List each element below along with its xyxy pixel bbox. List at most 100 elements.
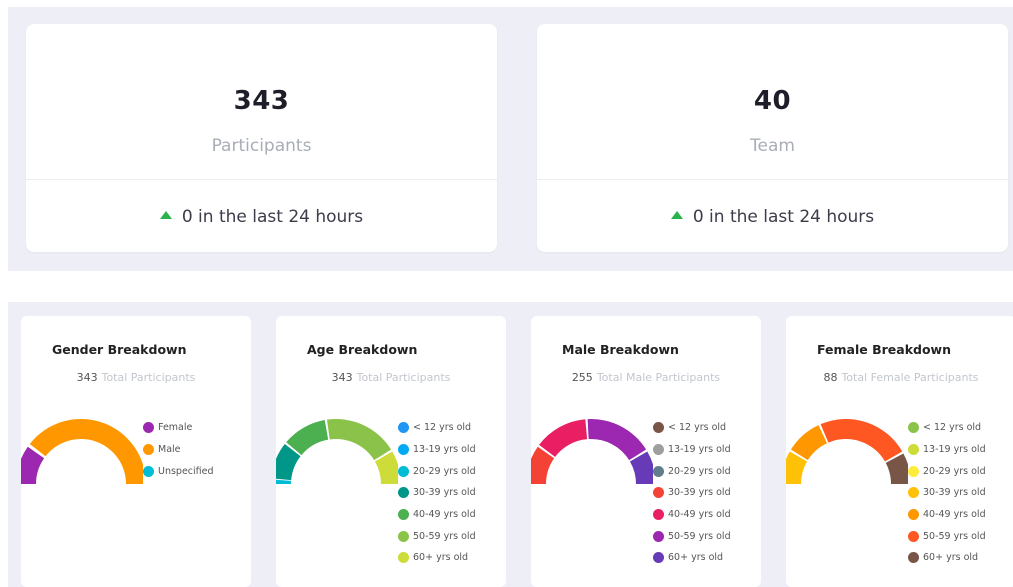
legend-label: 60+ yrs old [923, 552, 979, 564]
legend-item: Male [143, 439, 214, 461]
legend-item: 60+ yrs old [653, 547, 731, 569]
breakdown-count-label: Total Female Participants [841, 371, 979, 384]
legend-item: 60+ yrs old [908, 547, 986, 569]
stat-value: 40 [753, 86, 792, 116]
legend-label: 50-59 yrs old [413, 530, 476, 542]
stat-divider [26, 179, 497, 180]
stat-delta-text: 0 in the last 24 hours [692, 207, 875, 227]
legend-dot-icon [653, 530, 664, 542]
gauge-segment [286, 419, 329, 456]
legend-item: 30-39 yrs old [398, 482, 476, 504]
breakdown-title: Age Breakdown [307, 342, 418, 357]
legend-dot-icon [653, 487, 664, 499]
legend-item: 13-19 yrs old [908, 439, 986, 461]
breakdown-title: Female Breakdown [817, 342, 951, 357]
legend-item: Unspecified [143, 460, 214, 482]
legend-label: 50-59 yrs old [668, 530, 731, 542]
breakdown-total: 343 Total Participants [276, 371, 506, 384]
breakdown-title: Male Breakdown [562, 342, 679, 357]
legend-item: 30-39 yrs old [653, 482, 731, 504]
breakdown-count: 255 [571, 371, 593, 384]
stat-delta: 0 in the last 24 hours [537, 207, 1008, 227]
legend-label: 40-49 yrs old [668, 509, 731, 521]
legend-dot-icon [908, 465, 919, 477]
breakdown-title: Gender Breakdown [52, 342, 187, 357]
legend-label: 30-39 yrs old [923, 487, 986, 499]
female-breakdown-card: Female Breakdown 88 Total Female Particip… [786, 316, 1013, 587]
legend-dot-icon [653, 465, 664, 477]
legend-label: 20-29 yrs old [923, 465, 986, 477]
breakdown-total: 343 Total Participants [21, 371, 251, 384]
age-breakdown-card: Age Breakdown 343 Total Participants < 12… [276, 316, 506, 587]
arrow-up-icon [670, 211, 683, 219]
breakdown-count-label: Total Male Participants [596, 371, 721, 384]
stat-divider [537, 179, 1008, 180]
legend-item: < 12 yrs old [653, 417, 731, 439]
legend-label: 13-19 yrs old [923, 444, 986, 456]
participants-stat-card: 343 Participants 0 in the last 24 hours [26, 24, 497, 252]
legend-label: 13-19 yrs old [668, 444, 731, 456]
legend-label: < 12 yrs old [413, 422, 472, 434]
half-donut-chart [21, 419, 143, 484]
legend-dot-icon [908, 552, 919, 564]
legend-label: Unspecified [158, 465, 214, 477]
legend-dot-icon [143, 422, 154, 434]
chart-legend: < 12 yrs old 13-19 yrs old 20-29 yrs old 30… [908, 417, 986, 569]
legend-label: < 12 yrs old [923, 422, 982, 434]
chart-legend: Female Male Unspecified [143, 417, 214, 482]
half-donut-chart [531, 419, 653, 484]
breakdown-count: 343 [331, 371, 353, 384]
gauge-segment [790, 425, 827, 461]
male-breakdown-card: Male Breakdown 255 Total Male Participant… [531, 316, 761, 587]
stat-value: 343 [233, 86, 290, 116]
legend-label: 20-29 yrs old [413, 465, 476, 477]
stat-label: Participants [211, 136, 312, 156]
arrow-up-icon [159, 211, 172, 219]
legend-label: 20-29 yrs old [668, 465, 731, 477]
legend-item: 13-19 yrs old [653, 439, 731, 461]
legend-item: 20-29 yrs old [653, 460, 731, 482]
legend-item: 20-29 yrs old [908, 460, 986, 482]
legend-dot-icon [143, 444, 154, 456]
legend-item: 50-59 yrs old [908, 525, 986, 547]
legend-item: 60+ yrs old [398, 547, 476, 569]
legend-item: 40-49 yrs old [653, 504, 731, 526]
legend-item: 13-19 yrs old [398, 439, 476, 461]
legend-label: 30-39 yrs old [668, 487, 731, 499]
legend-dot-icon [653, 444, 664, 456]
legend-label: 30-39 yrs old [413, 487, 476, 499]
legend-label: 60+ yrs old [413, 552, 469, 564]
legend-dot-icon [143, 465, 154, 477]
legend-dot-icon [398, 422, 409, 434]
legend-label: 40-49 yrs old [413, 509, 476, 521]
legend-label: Male [158, 444, 181, 456]
legend-label: 50-59 yrs old [923, 530, 986, 542]
legend-item: 50-59 yrs old [398, 525, 476, 547]
legend-dot-icon [398, 487, 409, 499]
breakdown-total: 255 Total Male Participants [531, 371, 761, 384]
legend-item: < 12 yrs old [908, 417, 986, 439]
legend-dot-icon [653, 509, 664, 521]
legend-label: 60+ yrs old [668, 552, 724, 564]
legend-dot-icon [398, 530, 409, 542]
chart-legend: < 12 yrs old 13-19 yrs old 20-29 yrs old 30… [653, 417, 731, 569]
legend-dot-icon [908, 487, 919, 499]
legend-dot-icon [398, 444, 409, 456]
gauge-segment [539, 419, 588, 457]
stat-label: Team [750, 136, 795, 156]
legend-dot-icon [908, 444, 919, 456]
team-stat-card: 40 Team 0 in the last 24 hours [537, 24, 1008, 252]
legend-dot-icon [908, 530, 919, 542]
legend-item: < 12 yrs old [398, 417, 476, 439]
legend-label: < 12 yrs old [668, 422, 727, 434]
half-donut-chart [276, 419, 398, 484]
legend-item: 40-49 yrs old [908, 504, 986, 526]
gauge-segment [820, 419, 903, 462]
half-donut-chart [786, 419, 908, 484]
legend-item: 20-29 yrs old [398, 460, 476, 482]
legend-item: Female [143, 417, 214, 439]
legend-label: 13-19 yrs old [413, 444, 476, 456]
gauge-segment [29, 419, 143, 484]
legend-item: 40-49 yrs old [398, 504, 476, 526]
legend-dot-icon [398, 509, 409, 521]
